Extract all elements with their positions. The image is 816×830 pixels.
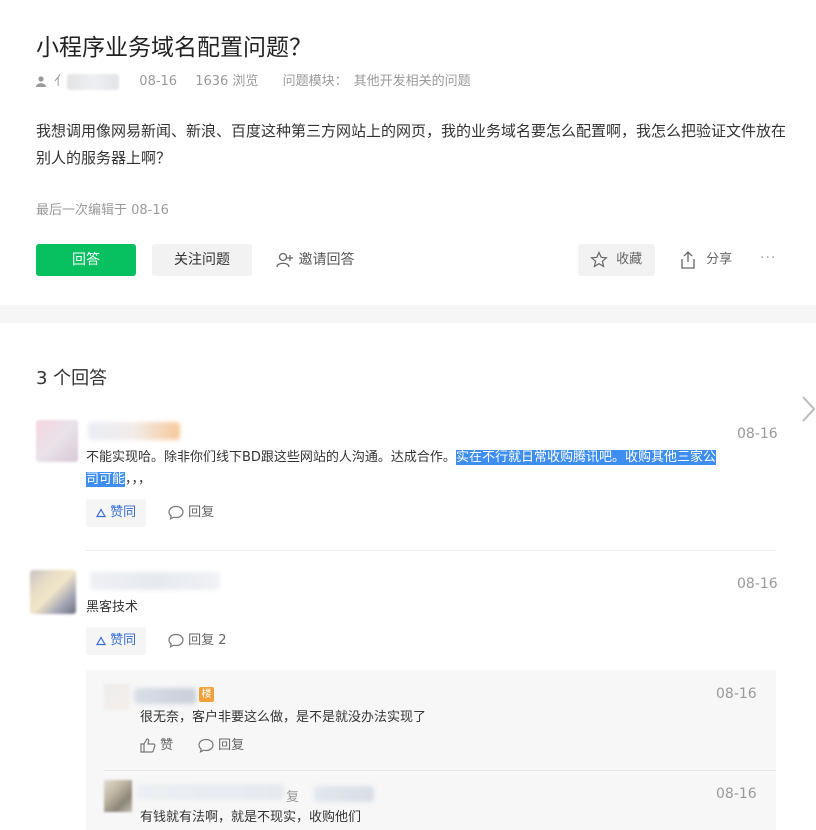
reply-button[interactable]: 回复 [198, 732, 244, 760]
reply-button[interactable]: 回复 2 [168, 627, 227, 655]
answer-author-name-blurred[interactable] [90, 572, 220, 590]
reply-date: 08-16 [716, 786, 757, 802]
answer-divider [86, 550, 776, 551]
invite-label: 邀请回答 [298, 252, 355, 268]
reply-divider [104, 770, 776, 771]
author-initial[interactable]: 亻 [54, 74, 67, 89]
author-name-blurred[interactable] [67, 73, 120, 90]
comment-icon [168, 633, 188, 648]
module-label: 问题模块： [282, 74, 348, 89]
answer-text: 不能实现哈。除非你们线下BD跟这些网站的人沟通。达成合作。实在不行就日常收购腾讯… [86, 447, 776, 491]
answer-author-name-blurred[interactable] [88, 422, 180, 440]
reply-label: 回复 [218, 738, 245, 753]
reply-date: 08-16 [716, 686, 757, 702]
question-title: 小程序业务域名配置问题？ [36, 35, 312, 61]
question-body: 我想调用像网易新闻、新浪、百度这种第三方网站上的网页，我的业务域名要怎么配置啊，… [36, 122, 787, 167]
chevron-right-icon[interactable] [800, 395, 816, 430]
answer-button[interactable]: 回答 [36, 244, 136, 276]
reply-author-name-blurred[interactable] [136, 784, 284, 800]
more-button[interactable]: ··· [760, 244, 776, 276]
like-button[interactable]: 赞 [140, 732, 173, 760]
floor-badge: 楼 [199, 687, 214, 702]
follow-question-button[interactable]: 关注问题 [152, 244, 252, 276]
upvote-label: 赞同 [110, 505, 137, 520]
star-icon [590, 250, 612, 268]
question-date: 08-16 [139, 74, 178, 89]
answer-text-tail: ，，， [125, 472, 152, 487]
answer-date: 08-16 [737, 426, 778, 442]
invite-answer-button[interactable]: 邀请回答 [276, 244, 354, 276]
avatar[interactable] [104, 684, 130, 710]
reply-button[interactable]: 回复 [168, 499, 214, 527]
module-link[interactable]: 其他开发相关的问题 [354, 74, 471, 89]
collect-button[interactable]: 收藏 [578, 244, 655, 276]
avatar[interactable] [104, 780, 132, 812]
question-meta: 亻 08-16 1636 浏览 问题模块： 其他开发相关的问题 [36, 70, 485, 90]
upvote-label: 赞同 [110, 633, 137, 648]
last-edited: 最后一次编辑于 08-16 [36, 203, 169, 218]
upvote-button[interactable]: 赞同 [86, 499, 147, 527]
answer-text-selected-2: 司可能 [86, 472, 126, 487]
reply-word: 复 [286, 790, 300, 805]
answer-date: 08-16 [737, 576, 778, 592]
answers-count: 3 个回答 [36, 368, 108, 389]
reply-label: 回复 2 [188, 633, 227, 648]
collect-label: 收藏 [616, 252, 643, 267]
share-button[interactable]: 分享 [680, 244, 732, 276]
user-icon [36, 74, 50, 89]
answer-text-plain: 不能实现哈。除非你们线下BD跟这些网站的人沟通。达成合作。 [86, 450, 456, 465]
thumbs-up-icon [140, 738, 160, 753]
question-views: 1636 浏览 [195, 74, 259, 89]
answer-text: 黑客技术 [86, 600, 139, 615]
avatar[interactable] [30, 570, 76, 614]
section-divider [0, 305, 816, 323]
add-user-icon [276, 252, 298, 268]
reply-author-name-blurred[interactable] [134, 688, 196, 704]
share-label: 分享 [706, 252, 733, 267]
triangle-up-icon [96, 633, 110, 648]
like-label: 赞 [160, 738, 174, 753]
answer-text-selected-1: 实在不行就日常收购腾讯吧。收购其他三家公 [455, 450, 716, 465]
reply-label: 回复 [188, 505, 215, 520]
comment-icon [198, 738, 218, 753]
reply-text: 很无奈，客户非要这么做，是不是就没办法实现了 [140, 710, 427, 725]
triangle-up-icon [96, 505, 110, 520]
reply-text: 有钱就有法啊，就是不现实，收购他们 [140, 810, 362, 825]
avatar[interactable] [36, 420, 78, 462]
share-icon [680, 250, 700, 269]
comment-icon [168, 505, 188, 520]
upvote-button[interactable]: 赞同 [86, 627, 147, 655]
reply-target-name-blurred[interactable] [314, 786, 374, 802]
